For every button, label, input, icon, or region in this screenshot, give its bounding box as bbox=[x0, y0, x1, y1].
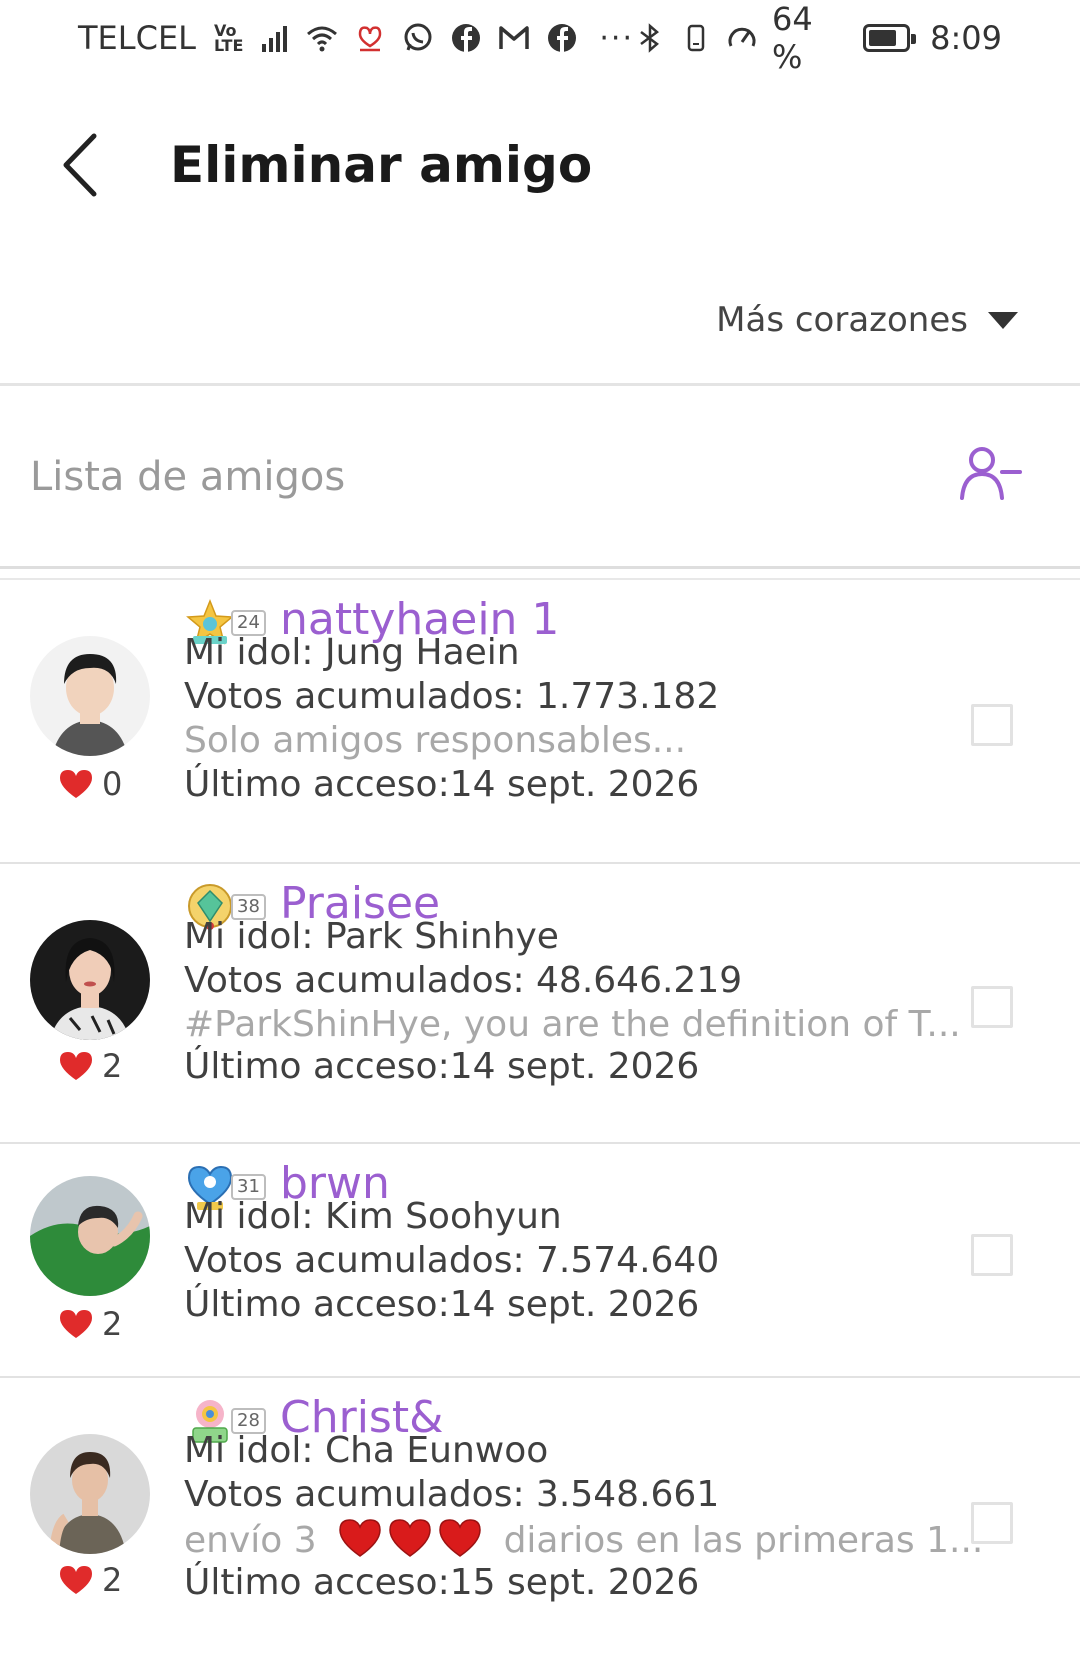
sort-row: Más corazones bbox=[0, 280, 1080, 370]
battery-percent: 64 % bbox=[771, 0, 813, 76]
avatar bbox=[30, 1434, 150, 1554]
last-access-text: Último acceso:14 sept. 2026 bbox=[184, 1046, 700, 1087]
more-icon: ··· bbox=[599, 20, 634, 56]
select-checkbox[interactable] bbox=[971, 986, 1013, 1028]
heart-icon bbox=[389, 1519, 431, 1557]
carrier-name: TELCEL bbox=[78, 19, 196, 57]
chevron-left-icon bbox=[63, 133, 97, 197]
hearts-count: 2 bbox=[58, 1046, 148, 1086]
heart-icon bbox=[439, 1519, 481, 1557]
avatar bbox=[30, 920, 150, 1040]
hearts-value: 2 bbox=[102, 1047, 123, 1085]
sort-dropdown[interactable]: Más corazones bbox=[716, 300, 1018, 340]
last-access-text: Último acceso:15 sept. 2026 bbox=[184, 1562, 700, 1603]
battery-icon bbox=[862, 24, 916, 52]
caret-down-icon bbox=[988, 311, 1018, 329]
hearts-count: 2 bbox=[58, 1560, 148, 1600]
sort-label: Más corazones bbox=[716, 300, 968, 340]
select-checkbox[interactable] bbox=[971, 1502, 1013, 1544]
heart-icon bbox=[60, 770, 92, 798]
votes-text: Votos acumulados: 3.548.661 bbox=[184, 1474, 720, 1515]
battery-fill bbox=[868, 30, 896, 46]
volte-indicator: Vo LTE bbox=[213, 23, 244, 55]
hearts-value: 2 bbox=[102, 1561, 123, 1599]
status-bar: TELCEL Vo LTE ··· 64 % 8:09 bbox=[0, 0, 1080, 76]
friend-row[interactable]: 2 28 Christ& Mi idol: Cha Eunwoo Votos a… bbox=[0, 1378, 1080, 1656]
clock: 8:09 bbox=[930, 19, 1002, 57]
status-right: 64 % 8:09 bbox=[634, 0, 1002, 76]
friend-row[interactable]: 0 24 nattyhaein 1 Mi idol: Jung Haein Vo… bbox=[0, 580, 1080, 864]
heart-icon bbox=[60, 1310, 92, 1338]
select-checkbox[interactable] bbox=[971, 1234, 1013, 1276]
hearts-value: 0 bbox=[102, 765, 123, 803]
bluetooth-icon bbox=[634, 21, 666, 55]
bio-text: envío 3 diarios en las primeras 1... bbox=[184, 1518, 983, 1561]
bio-text: Solo amigos responsables... bbox=[184, 720, 687, 761]
votes-text: Votos acumulados: 7.574.640 bbox=[184, 1240, 720, 1281]
last-access-text: Último acceso:14 sept. 2026 bbox=[184, 764, 700, 805]
speed-icon bbox=[726, 21, 758, 55]
idol-text: Mi idol: Cha Eunwoo bbox=[184, 1430, 549, 1471]
idol-text: Mi idol: Jung Haein bbox=[184, 632, 520, 673]
friend-row[interactable]: 2 38 Praisee Mi idol: Park Shinhye Votos… bbox=[0, 864, 1080, 1144]
back-button[interactable] bbox=[58, 130, 108, 200]
friend-list-title: Lista de amigos bbox=[30, 454, 346, 500]
status-left: TELCEL Vo LTE ··· bbox=[78, 19, 634, 57]
votes-text: Votos acumulados: 1.773.182 bbox=[184, 676, 720, 717]
idol-text: Mi idol: Kim Soohyun bbox=[184, 1196, 562, 1237]
wifi-icon bbox=[305, 21, 339, 55]
bio-text-start: envío 3 bbox=[184, 1520, 317, 1561]
vibrate-icon bbox=[680, 21, 712, 55]
bio-text-end: diarios en las primeras 1... bbox=[503, 1520, 984, 1561]
bio-text: #ParkShinHye, you are the definition of … bbox=[184, 1004, 961, 1045]
friend-row[interactable]: 2 31 brwn Mi idol: Kim Soohyun Votos acu… bbox=[0, 1144, 1080, 1378]
votes-text: Votos acumulados: 48.646.219 bbox=[184, 960, 743, 1001]
hearts-count: 2 bbox=[58, 1304, 148, 1344]
avatar bbox=[30, 636, 150, 756]
gmail-icon bbox=[497, 21, 531, 55]
facebook-icon bbox=[545, 21, 579, 55]
app-header: Eliminar amigo bbox=[0, 100, 1080, 240]
heart-icon bbox=[339, 1519, 381, 1557]
remove-user-icon bbox=[960, 447, 1022, 500]
facebook-icon bbox=[449, 21, 483, 55]
hearts-emoji-group bbox=[338, 1518, 482, 1558]
avatar bbox=[30, 1176, 150, 1296]
remove-friend-button[interactable] bbox=[958, 442, 1024, 512]
divider bbox=[0, 566, 1080, 569]
whatsapp-icon bbox=[401, 21, 435, 55]
hearts-value: 2 bbox=[102, 1305, 123, 1343]
select-checkbox[interactable] bbox=[971, 704, 1013, 746]
signal-icon bbox=[257, 21, 291, 55]
app-notification-icon bbox=[353, 21, 387, 55]
idol-text: Mi idol: Park Shinhye bbox=[184, 916, 559, 957]
last-access-text: Último acceso:14 sept. 2026 bbox=[184, 1284, 700, 1325]
heart-icon bbox=[60, 1052, 92, 1080]
page-title: Eliminar amigo bbox=[170, 136, 593, 194]
volte-bottom: LTE bbox=[213, 36, 244, 55]
heart-icon bbox=[60, 1566, 92, 1594]
hearts-count: 0 bbox=[58, 764, 148, 804]
friend-list-header: Lista de amigos bbox=[0, 386, 1080, 566]
